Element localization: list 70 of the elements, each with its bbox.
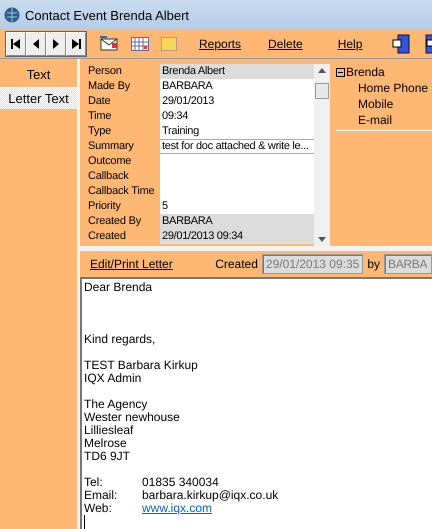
- field-label: Callback: [87, 169, 130, 184]
- tree-item[interactable]: Brenda: [346, 65, 385, 79]
- previous-record-icon: [31, 38, 41, 50]
- computer-icon: [392, 34, 410, 54]
- calendar-button[interactable]: [131, 37, 149, 51]
- first-record-button[interactable]: [6, 32, 26, 56]
- edit-print-letter-link[interactable]: Edit/Print Letter: [90, 257, 173, 272]
- last-record-icon: [71, 38, 81, 50]
- reports-link[interactable]: Reports: [199, 37, 242, 51]
- tree-item[interactable]: Home Phone: [336, 80, 432, 96]
- computer-button[interactable]: [392, 34, 410, 54]
- tree-item[interactable]: E-mail: [336, 112, 432, 128]
- field-value[interactable]: 5: [160, 199, 314, 214]
- letter-line: Kind regards,: [84, 333, 156, 346]
- field-label: Outcome: [87, 154, 132, 169]
- scrollbar[interactable]: [314, 64, 330, 246]
- first-record-icon: [11, 38, 21, 50]
- letter-line: Melrose: [84, 437, 127, 450]
- letter-line: Lilliesleaf: [84, 424, 134, 437]
- field-value[interactable]: BARBARA: [160, 214, 314, 229]
- field-label: Priority: [87, 199, 122, 214]
- contact-label: Web:: [84, 502, 113, 515]
- calendar-icon: [131, 37, 149, 51]
- field-label: Date: [87, 94, 112, 109]
- letter-text-area[interactable]: Dear Brenda Kind regards, TEST Barbara Kirkup IQX Admin The Agency Wester newhouse Lilliesleaf Melrose TD6 9JT Tel: 01835 340034 Email: barbara.kirkup@iqx.co.uk Web: www.iqx.com: [80, 277, 432, 529]
- field-label: Person: [87, 64, 123, 79]
- letter-line: Wester newhouse: [84, 411, 180, 424]
- contact-label: Email:: [84, 489, 118, 502]
- next-record-button[interactable]: [46, 32, 66, 56]
- scroll-thumb[interactable]: [315, 83, 329, 99]
- field-label: Type: [87, 124, 112, 139]
- field-label: Made By: [87, 79, 132, 94]
- field-value[interactable]: 29/01/2013: [160, 94, 314, 109]
- field-value[interactable]: Training: [160, 124, 314, 139]
- field-value[interactable]: BARBARA: [160, 79, 314, 94]
- field-label: Callback Time: [87, 184, 156, 199]
- last-record-button[interactable]: [66, 32, 86, 56]
- field-value[interactable]: test for doc attached & write le...: [160, 139, 314, 154]
- collapse-icon[interactable]: [336, 68, 345, 76]
- letter-line: TEST Barbara Kirkup: [84, 359, 198, 372]
- globe-icon: [4, 7, 20, 23]
- field-label: Summary: [87, 139, 135, 154]
- sticky-note-icon: [161, 37, 177, 51]
- contact-value: barbara.kirkup@iqx.co.uk: [142, 489, 278, 502]
- delete-link[interactable]: Delete: [268, 37, 303, 51]
- tree-item[interactable]: Mobile: [336, 96, 432, 112]
- scroll-down-icon: [318, 237, 326, 242]
- tab[interactable]: Letter Text: [0, 87, 77, 109]
- help-link[interactable]: Help: [338, 37, 362, 51]
- field-value[interactable]: 29/01/2013 09:34: [160, 229, 314, 244]
- window-title: Contact Event Brenda Albert: [25, 8, 190, 22]
- text-cursor: [84, 515, 85, 529]
- field-value[interactable]: 09:34: [160, 109, 314, 124]
- field-value[interactable]: [160, 154, 314, 169]
- contact-value: 01835 340034: [142, 476, 219, 489]
- previous-record-button[interactable]: [26, 32, 46, 56]
- field-label: Created: [87, 229, 127, 244]
- field-label: Created By: [87, 214, 142, 229]
- letter-line: Dear Brenda: [84, 281, 152, 294]
- website-link[interactable]: www.iqx.com: [142, 502, 212, 515]
- letter-line: TD6 9JT: [84, 450, 130, 463]
- contact-label: Tel:: [84, 476, 104, 489]
- letter-line: The Agency: [84, 398, 148, 411]
- next-record-icon: [51, 38, 61, 50]
- letter-line: IQX Admin: [84, 372, 142, 385]
- field-value[interactable]: Brenda Albert: [160, 64, 314, 79]
- by-label: by: [367, 257, 380, 272]
- scroll-up-icon: [318, 68, 326, 73]
- field-label: Time: [87, 109, 112, 124]
- created-label: Created: [215, 257, 258, 272]
